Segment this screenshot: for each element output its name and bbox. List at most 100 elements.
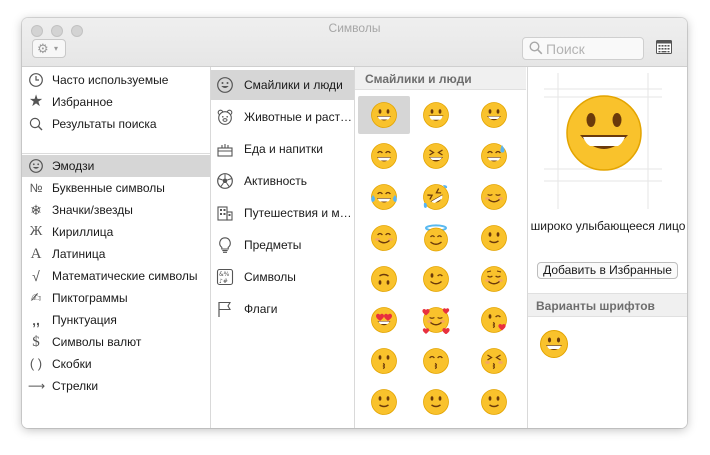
emoji-cell-smile[interactable] — [358, 137, 410, 175]
sidebar-item-label: Математические символы — [52, 269, 198, 283]
emoji-cell-partial[interactable] — [358, 383, 410, 421]
heart-eyes-emoji-icon — [371, 307, 397, 333]
emoji-cell-kissing[interactable] — [358, 342, 410, 380]
keyboard-grid-icon[interactable] — [656, 40, 672, 54]
emoji-cell-joy[interactable] — [358, 178, 410, 216]
category-label: Активность — [244, 174, 308, 188]
category-label: Символы — [244, 270, 296, 284]
ball-icon — [217, 173, 233, 189]
emoji-cell-partial[interactable] — [468, 383, 520, 421]
brackets-icon: ( ) — [29, 356, 43, 371]
emoji-cell-rofl[interactable] — [410, 178, 462, 216]
kissing-smiling-emoji-icon — [423, 348, 449, 374]
category-smileys[interactable]: Смайлики и люди — [211, 70, 354, 100]
sidebar-item-cyrillic[interactable]: Ж Кириллица — [22, 221, 210, 243]
upside-down-emoji-icon — [371, 266, 397, 292]
dollar-icon: $ — [32, 334, 40, 350]
sidebar-item-punctuation[interactable]: ‚, Пунктуация — [22, 309, 210, 331]
category-label: Предметы — [244, 238, 302, 252]
search-field[interactable]: Поиск — [522, 37, 644, 60]
gear-icon: ⚙ — [37, 41, 49, 56]
emoji-cell-wink[interactable] — [410, 260, 462, 298]
sidebar-item-brackets[interactable]: ( ) Скобки — [22, 353, 210, 375]
emoji-cell-smiling-hearts[interactable] — [410, 301, 462, 339]
punctuation-icon: ‚, — [32, 312, 40, 328]
sidebar-item-letterlike[interactable]: № Буквенные символы — [22, 177, 210, 199]
sidebar-item-label: Избранное — [52, 95, 113, 109]
sidebar-item-frequently-used[interactable]: Часто используемые — [22, 69, 210, 91]
emoji-cell-blush[interactable] — [358, 219, 410, 257]
sidebar-item-favorites[interactable]: ★ Избранное — [22, 91, 210, 113]
flag-icon — [218, 301, 231, 317]
add-to-favorites-button[interactable]: Добавить в Избранные — [537, 262, 678, 279]
emoji-cell-partial[interactable] — [410, 383, 462, 421]
titlebar: Символы ⚙ ▾ Поиск — [22, 18, 687, 67]
font-variants-title: Варианты шрифтов — [536, 299, 655, 313]
emoji-cell-grin[interactable] — [410, 96, 462, 134]
detail-panel: широко улыбающееся лицо Добавить в Избра… — [527, 67, 687, 428]
emoji-cell-kissing-heart[interactable] — [468, 301, 520, 339]
emoji-cell-laughing[interactable] — [410, 137, 462, 175]
character-viewer-window: Символы ⚙ ▾ Поиск Часто используемые ★ И… — [22, 18, 687, 428]
search-placeholder: Поиск — [546, 41, 585, 57]
sidebar-item-arrows[interactable]: ⟶ Стрелки — [22, 375, 210, 397]
category-label: Смайлики и люди — [244, 78, 343, 92]
category-activity[interactable]: Активность — [211, 166, 354, 196]
grin-emoji-icon — [423, 102, 449, 128]
partial-emoji-icon — [371, 389, 397, 415]
emoji-cell-heart-eyes[interactable] — [358, 301, 410, 339]
sidebar: Часто используемые ★ Избранное Результат… — [22, 67, 211, 428]
smiley-icon — [29, 159, 43, 173]
sidebar-item-label: Кириллица — [52, 225, 114, 239]
latin-icon: A — [30, 246, 42, 262]
sidebar-divider — [22, 153, 210, 154]
category-food[interactable]: Еда и напитки — [211, 134, 354, 164]
svg-text:♪#: ♪# — [219, 278, 228, 285]
emoji-grid-title: Смайлики и люди — [365, 72, 472, 86]
joy-emoji-icon — [371, 184, 397, 210]
smiley-emoji-icon — [481, 102, 507, 128]
wink-emoji-icon — [423, 266, 449, 292]
kissing-heart-emoji-icon — [481, 307, 507, 333]
emoji-cell-sweat-smile[interactable] — [468, 137, 520, 175]
sidebar-item-label: Эмодзи — [52, 159, 95, 173]
arrow-icon: ⟶ — [28, 379, 46, 393]
smiley-icon — [217, 77, 233, 93]
rofl-emoji-icon — [423, 184, 449, 210]
emoji-cell-smiley[interactable] — [468, 96, 520, 134]
grinning-emoji-icon — [371, 102, 397, 128]
emoji-preview-icon — [544, 73, 662, 209]
font-variant-grinning-icon[interactable] — [539, 329, 569, 359]
sqrt-icon: √ — [32, 268, 40, 284]
emoji-cell-relaxed[interactable] — [468, 178, 520, 216]
emoji-cell-kissing-closed[interactable] — [468, 342, 520, 380]
sidebar-item-math[interactable]: √ Математические символы — [22, 265, 210, 287]
category-objects[interactable]: Предметы — [211, 230, 354, 260]
emoji-cell-relieved[interactable] — [468, 260, 520, 298]
sidebar-item-emoji[interactable]: Эмодзи — [22, 155, 210, 177]
category-label: Еда и напитки — [244, 142, 324, 156]
sidebar-item-stars[interactable]: ❄ Значки/звезды — [22, 199, 210, 221]
sidebar-item-latin[interactable]: A Латиница — [22, 243, 210, 265]
sidebar-item-label: Скобки — [52, 357, 92, 371]
sidebar-item-label: Значки/звезды — [52, 203, 133, 217]
category-label: Животные и растения — [244, 110, 352, 124]
emoji-cell-kissing-smiling[interactable] — [410, 342, 462, 380]
emoji-cell-slight-smile[interactable] — [468, 219, 520, 257]
sidebar-item-label: Стрелки — [52, 379, 99, 393]
emoji-cell-grinning[interactable] — [358, 96, 410, 134]
action-menu-button[interactable]: ⚙ ▾ — [32, 39, 66, 58]
sidebar-item-pictographs[interactable]: ✍ Пиктограммы — [22, 287, 210, 309]
emoji-cell-upside-down[interactable] — [358, 260, 410, 298]
window-title: Символы — [328, 21, 381, 35]
category-animals[interactable]: Животные и растения — [211, 102, 354, 132]
category-flags[interactable]: Флаги — [211, 294, 354, 324]
sidebar-item-currency[interactable]: $ Символы валют — [22, 331, 210, 353]
symbols-icon: &% ♪# — [216, 268, 234, 286]
sidebar-item-search-results[interactable]: Результаты поиска — [22, 113, 210, 135]
pictograph-icon: ✍ — [30, 290, 42, 305]
emoji-cell-innocent[interactable] — [410, 219, 462, 257]
emoji-categories: Смайлики и люди Животные и растения Еда … — [211, 67, 355, 428]
category-symbols[interactable]: &% ♪# Символы — [211, 262, 354, 292]
category-travel[interactable]: Путешествия и места — [211, 198, 354, 228]
